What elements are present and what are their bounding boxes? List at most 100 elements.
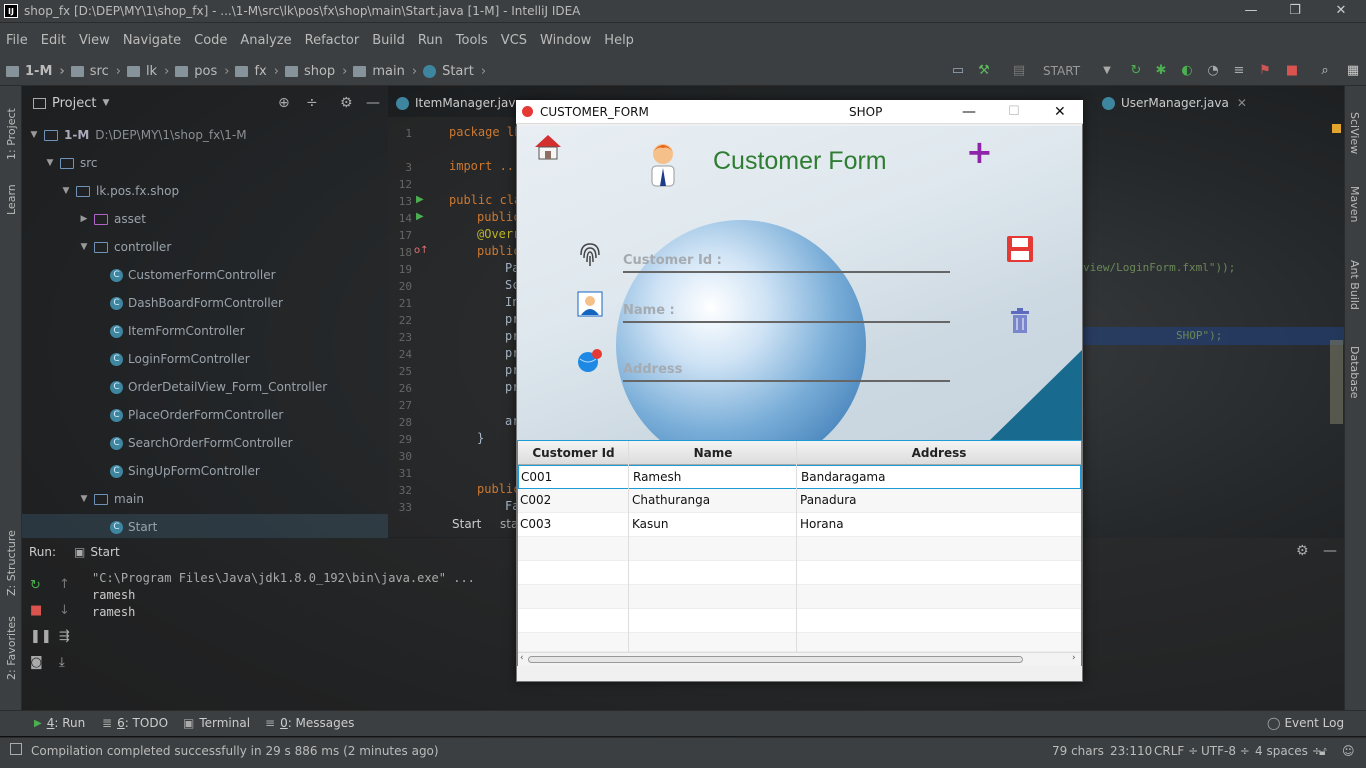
modal-maximize-button[interactable]: ☐ — [1008, 104, 1020, 119]
tab-usermanager[interactable]: UserManager.java ✕ — [1102, 96, 1247, 110]
column-header-address[interactable]: Address — [797, 446, 1081, 460]
table-row-empty[interactable] — [518, 609, 1081, 633]
sciview-tool-button[interactable]: SciView — [1348, 112, 1361, 154]
menu-vcs[interactable]: VCS — [501, 33, 527, 48]
minimize-button[interactable]: — — [1228, 0, 1274, 23]
customer-name-field[interactable]: Name : — [623, 299, 950, 323]
project-structure-icon[interactable]: ▦ — [1344, 62, 1362, 80]
tree-item-asset[interactable]: ▶ asset — [78, 212, 146, 226]
tree-item-class[interactable]: C SearchOrderFormController — [110, 436, 293, 450]
list-icon[interactable]: ≡ — [1230, 62, 1248, 80]
event-log-button[interactable]: ◯ Event Log — [1267, 716, 1344, 730]
tree-item-class[interactable]: C DashBoardFormController — [110, 296, 283, 310]
table-row[interactable]: C002 Chathuranga Panadura — [518, 489, 1081, 513]
breadcrumb-start[interactable]: Start › — [423, 64, 486, 79]
delete-trash-icon[interactable] — [1009, 308, 1031, 334]
stop-icon[interactable]: ■ — [30, 603, 42, 618]
learn-tool-button[interactable]: Learn — [5, 184, 18, 215]
breadcrumb-module[interactable]: 1-M › — [6, 64, 65, 79]
table-horizontal-scrollbar[interactable]: ‹ › — [518, 652, 1081, 666]
menu-analyze[interactable]: Analyze — [240, 33, 291, 48]
menu-run[interactable]: Run — [418, 33, 443, 48]
inspector-icon[interactable]: ☺︎ — [1342, 744, 1355, 758]
scroll-right-icon[interactable]: › — [1072, 653, 1076, 663]
breadcrumb-shop[interactable]: shop › — [284, 64, 347, 79]
rerun-icon[interactable]: ↻ — [1127, 62, 1145, 80]
gear-icon[interactable]: ⚙ — [340, 95, 353, 111]
project-panel-title[interactable]: Project — [52, 96, 96, 111]
tool-tab-terminal[interactable]: ▣ Terminal — [183, 716, 250, 730]
layout-icon[interactable]: ▭ — [949, 62, 967, 80]
structure-tool-button[interactable]: Z: Structure — [5, 530, 18, 596]
hide-icon[interactable]: — — [1323, 543, 1337, 559]
breadcrumb-lk[interactable]: lk › — [126, 64, 169, 79]
run-config-select[interactable]: START — [1043, 64, 1080, 78]
menu-window[interactable]: Window — [540, 33, 591, 48]
database-tool-button[interactable]: Database — [1348, 346, 1361, 399]
table-row-empty[interactable] — [518, 537, 1081, 561]
breadcrumb-pos[interactable]: pos › — [175, 64, 229, 79]
editor-breadcrumb-class[interactable]: Start — [452, 517, 481, 531]
status-message[interactable]: Compilation completed successfully in 29… — [31, 744, 439, 758]
profile-icon[interactable]: ◔ — [1204, 62, 1222, 80]
tree-item-main[interactable]: ▼ main — [78, 492, 144, 506]
locate-icon[interactable]: ⊕ — [278, 95, 290, 111]
add-icon[interactable]: + — [966, 133, 993, 171]
stop-icon[interactable]: ■ — [1283, 62, 1301, 80]
table-row-empty[interactable] — [518, 633, 1081, 652]
breadcrumb-main[interactable]: main › — [353, 64, 417, 79]
tree-item-class[interactable]: C ItemFormController — [110, 324, 245, 338]
menu-tools[interactable]: Tools — [456, 33, 488, 48]
coverage-icon[interactable]: ◐ — [1178, 62, 1196, 80]
menu-build[interactable]: Build — [372, 33, 405, 48]
chevron-down-icon[interactable]: ▼ — [102, 98, 109, 108]
scroll-left-icon[interactable]: ‹ — [520, 653, 524, 663]
save-icon[interactable] — [1006, 235, 1034, 263]
run-tab-start[interactable]: ▣ Start — [74, 545, 120, 559]
column-header-customer-id[interactable]: Customer Id — [518, 446, 629, 460]
editor-scrollbar[interactable] — [1330, 340, 1343, 424]
menu-edit[interactable]: Edit — [41, 33, 66, 48]
pause-icon[interactable]: ❚❚ — [30, 629, 52, 644]
menu-code[interactable]: Code — [194, 33, 227, 48]
status-encoding[interactable]: UTF-8 ÷ — [1201, 744, 1250, 758]
table-row-empty[interactable] — [518, 561, 1081, 585]
menu-refactor[interactable]: Refactor — [305, 33, 360, 48]
chevron-down-icon[interactable]: ▼ — [1098, 62, 1116, 80]
tree-item-module[interactable]: ▼ 1-M D:\DEP\MY\1\shop_fx\1-M — [28, 128, 247, 142]
table-row-empty[interactable] — [518, 585, 1081, 609]
warning-marker-icon[interactable] — [1332, 124, 1341, 133]
tree-item-class[interactable]: C SingUpFormController — [110, 464, 260, 478]
tree-item-class[interactable]: C LoginFormController — [110, 352, 250, 366]
restore-button[interactable]: ❐ — [1272, 0, 1318, 23]
up-arrow-icon[interactable]: ↑ — [59, 577, 70, 592]
run-gutter-icon[interactable]: ▶ — [416, 194, 424, 205]
tree-item-controller[interactable]: ▼ controller — [78, 240, 172, 254]
breadcrumb-src[interactable]: src › — [70, 64, 121, 79]
tab-itemmanager[interactable]: ItemManager.java — [396, 96, 523, 110]
tool-tab-todo[interactable]: ≣ 6: TODO — [102, 716, 168, 730]
tree-item-class[interactable]: C OrderDetailView_Form_Controller — [110, 380, 327, 394]
wrap-icon[interactable]: ⇶ — [59, 629, 70, 644]
menu-view[interactable]: View — [79, 33, 110, 48]
camera-icon[interactable]: ◙ — [30, 655, 43, 670]
tree-item-class[interactable]: C CustomerFormController — [110, 268, 276, 282]
gear-icon[interactable]: ⚙ — [1296, 543, 1309, 559]
table-row[interactable]: C003 Kasun Horana — [518, 513, 1081, 537]
restart-icon[interactable]: ⚑ — [1256, 62, 1274, 80]
maven-tool-button[interactable]: Maven — [1348, 186, 1361, 222]
project-tool-button[interactable]: 1: Project — [5, 108, 18, 160]
build-hammer-icon[interactable]: ⚒ — [975, 62, 993, 80]
run-gutter-icon[interactable]: ▶ — [416, 211, 424, 222]
modal-minimize-button[interactable]: — — [962, 104, 976, 120]
scroll-end-icon[interactable]: ⤓ — [59, 655, 65, 670]
customer-address-field[interactable]: Address — [623, 358, 950, 382]
tree-item-start[interactable]: C Start — [110, 520, 157, 534]
tree-item-package[interactable]: ▼ lk.pos.fx.shop — [60, 184, 180, 198]
status-position[interactable]: 23:110 — [1110, 744, 1152, 758]
breadcrumb-fx[interactable]: fx › — [235, 64, 279, 79]
down-arrow-icon[interactable]: ↓ — [59, 603, 70, 618]
favorites-tool-button[interactable]: 2: Favorites — [5, 616, 18, 680]
tool-tab-run[interactable]: ▶ 4: Run — [34, 716, 85, 730]
column-header-name[interactable]: Name — [629, 446, 797, 460]
